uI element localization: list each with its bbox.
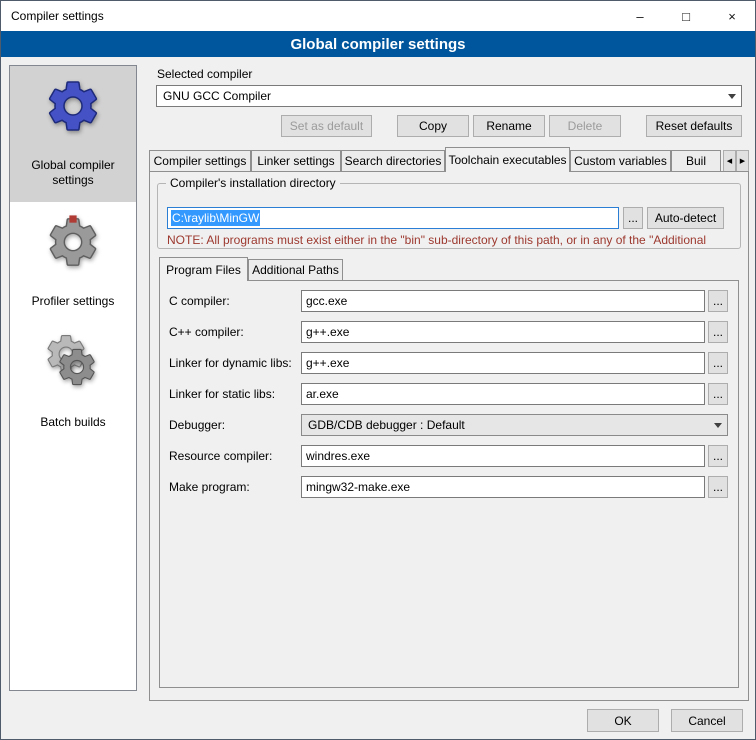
maximize-button[interactable]: □ <box>663 1 709 31</box>
form-row-dynamic-libs-linker: Linker for dynamic libs: ... <box>149 352 749 374</box>
batch-builds-icon <box>41 331 105 395</box>
dynamic-libs-linker-label: Linker for dynamic libs: <box>169 356 292 370</box>
sidebar-item-label: Batch builds <box>40 415 105 430</box>
reset-defaults-button[interactable]: Reset defaults <box>646 115 742 137</box>
cpp-compiler-browse-button[interactable]: ... <box>708 321 728 343</box>
titlebar: Compiler settings – □ × <box>1 1 755 31</box>
maximize-icon: □ <box>682 10 690 23</box>
debugger-select[interactable]: GDB/CDB debugger : Default <box>301 414 728 436</box>
form-row-debugger: Debugger: GDB/CDB debugger : Default <box>149 414 749 436</box>
dialog-header: Global compiler settings <box>1 31 755 57</box>
chevron-down-icon <box>723 86 741 106</box>
sidebar-item-label: Profiler settings <box>32 294 115 309</box>
minimize-icon: – <box>636 10 643 23</box>
c-compiler-browse-button[interactable]: ... <box>708 290 728 312</box>
make-program-label: Make program: <box>169 480 250 494</box>
compiler-select-value: GNU GCC Compiler <box>163 89 271 103</box>
installation-directory-group: Compiler's installation directory C:\ray… <box>157 183 741 249</box>
settings-category-sidebar: Global compiler settings Profiler settin… <box>9 65 137 691</box>
gear-icon <box>41 74 105 138</box>
sidebar-item-global-compiler-settings[interactable]: Global compiler settings <box>10 66 136 202</box>
resource-compiler-label: Resource compiler: <box>169 449 272 463</box>
form-row-resource-compiler: Resource compiler: ... <box>149 445 749 467</box>
sidebar-item-batch-builds[interactable]: Batch builds <box>10 323 136 444</box>
form-row-cpp-compiler: C++ compiler: ... <box>149 321 749 343</box>
debugger-label: Debugger: <box>169 418 225 432</box>
rename-button[interactable]: Rename <box>473 115 545 137</box>
installation-directory-browse-button[interactable]: ... <box>623 207 643 229</box>
profiler-icon <box>41 210 105 274</box>
delete-button[interactable]: Delete <box>549 115 621 137</box>
cpp-compiler-input[interactable] <box>301 321 705 343</box>
bin-subdirectory-note: NOTE: All programs must exist either in … <box>167 233 733 247</box>
sidebar-item-label: Global compiler settings <box>13 158 133 188</box>
cancel-button[interactable]: Cancel <box>671 709 743 732</box>
tab-toolchain-executables[interactable]: Toolchain executables <box>445 147 570 172</box>
compiler-select[interactable]: GNU GCC Compiler <box>156 85 742 107</box>
static-libs-linker-label: Linker for static libs: <box>169 387 275 401</box>
tab-custom-variables[interactable]: Custom variables <box>570 150 671 172</box>
c-compiler-label: C compiler: <box>169 294 230 308</box>
auto-detect-button[interactable]: Auto-detect <box>647 207 724 229</box>
copy-button[interactable]: Copy <box>397 115 469 137</box>
tab-search-directories[interactable]: Search directories <box>341 150 445 172</box>
tab-scroll-left-button[interactable]: ◀ <box>723 150 736 172</box>
tab-build-options[interactable]: Buil <box>671 150 721 172</box>
chevron-right-icon: ▶ <box>740 157 745 165</box>
dynamic-libs-linker-browse-button[interactable]: ... <box>708 352 728 374</box>
installation-directory-group-title: Compiler's installation directory <box>166 176 340 190</box>
c-compiler-input[interactable] <box>301 290 705 312</box>
form-row-make-program: Make program: ... <box>149 476 749 498</box>
make-program-browse-button[interactable]: ... <box>708 476 728 498</box>
debugger-select-value: GDB/CDB debugger : Default <box>308 418 465 432</box>
static-libs-linker-input[interactable] <box>301 383 705 405</box>
minimize-button[interactable]: – <box>617 1 663 31</box>
chevron-down-icon <box>709 415 727 435</box>
subtab-program-files[interactable]: Program Files <box>159 257 248 281</box>
window-title: Compiler settings <box>1 1 617 31</box>
installation-directory-value: C:\raylib\MinGW <box>171 210 260 226</box>
resource-compiler-input[interactable] <box>301 445 705 467</box>
chevron-left-icon: ◀ <box>727 157 732 165</box>
installation-directory-input[interactable]: C:\raylib\MinGW <box>167 207 619 229</box>
compiler-settings-window: Compiler settings – □ × Global compiler … <box>0 0 756 740</box>
form-row-c-compiler: C compiler: ... <box>149 290 749 312</box>
tab-compiler-settings[interactable]: Compiler settings <box>149 150 251 172</box>
subtab-additional-paths[interactable]: Additional Paths <box>248 259 343 281</box>
dynamic-libs-linker-input[interactable] <box>301 352 705 374</box>
ok-button[interactable]: OK <box>587 709 659 732</box>
form-row-static-libs-linker: Linker for static libs: ... <box>149 383 749 405</box>
sidebar-item-profiler-settings[interactable]: Profiler settings <box>10 202 136 323</box>
set-as-default-button[interactable]: Set as default <box>281 115 372 137</box>
close-button[interactable]: × <box>709 1 755 31</box>
cpp-compiler-label: C++ compiler: <box>169 325 244 339</box>
tab-scroll-right-button[interactable]: ▶ <box>736 150 749 172</box>
selected-compiler-label: Selected compiler <box>157 67 252 81</box>
resource-compiler-browse-button[interactable]: ... <box>708 445 728 467</box>
static-libs-linker-browse-button[interactable]: ... <box>708 383 728 405</box>
tab-linker-settings[interactable]: Linker settings <box>251 150 341 172</box>
make-program-input[interactable] <box>301 476 705 498</box>
close-icon: × <box>728 10 736 23</box>
